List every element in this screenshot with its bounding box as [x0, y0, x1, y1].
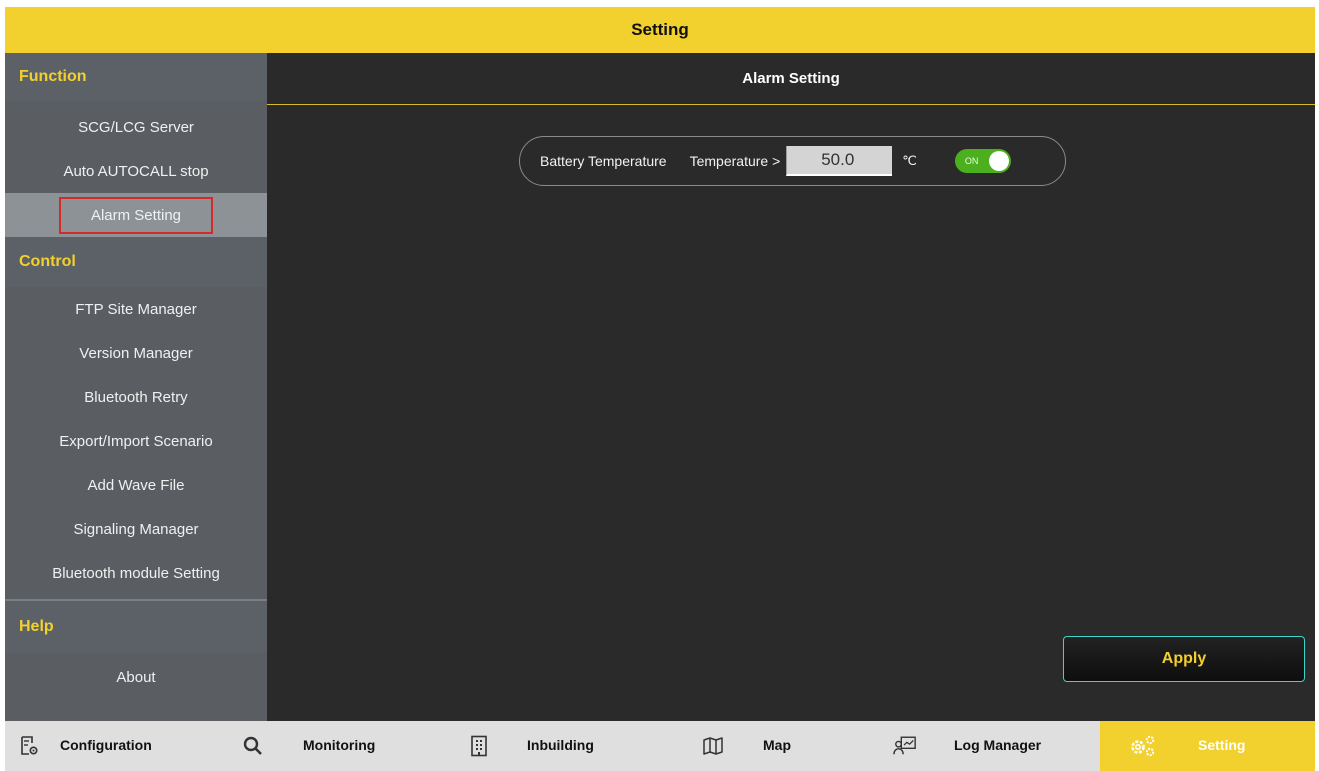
tab-map[interactable]: Map — [665, 721, 885, 771]
tab-label: Configuration — [60, 737, 152, 753]
sidebar: Function SCG/LCG Server Auto AUTOCALL st… — [5, 53, 267, 721]
tab-label: Map — [763, 737, 791, 753]
sidebar-item-label: Add Wave File — [87, 476, 185, 494]
map-icon — [701, 734, 725, 758]
main-panel: Alarm Setting Battery Temperature Temper… — [267, 53, 1315, 721]
tab-monitoring[interactable]: Monitoring — [225, 721, 445, 771]
sidebar-item-alarm-setting[interactable]: Alarm Setting — [5, 193, 267, 237]
sidebar-item-label: Bluetooth Retry — [84, 388, 188, 406]
gears-icon — [1126, 734, 1160, 758]
sidebar-item-bluetooth-module-setting[interactable]: Bluetooth module Setting — [5, 551, 267, 595]
log-manager-icon — [893, 734, 917, 758]
toggle-state-label: ON — [964, 156, 979, 166]
alarm-row-battery-temperature: Battery Temperature Temperature > 50.0 ℃… — [519, 136, 1066, 186]
tab-setting[interactable]: Setting — [1100, 721, 1315, 771]
toggle-knob — [988, 151, 1009, 171]
tab-label: Log Manager — [954, 737, 1042, 753]
tab-inbuilding[interactable]: Inbuilding — [445, 721, 665, 771]
temperature-threshold-input[interactable]: 50.0 — [786, 146, 893, 176]
bottom-tab-bar: Configuration Monitoring Inbuilding Map … — [5, 721, 1315, 771]
tab-log-manager[interactable]: Log Manager — [885, 721, 1100, 771]
sidebar-section-help: Help — [5, 601, 267, 653]
sidebar-item-signaling-manager[interactable]: Signaling Manager — [5, 507, 267, 551]
sidebar-item-label: Signaling Manager — [73, 520, 199, 538]
apply-button[interactable]: Apply — [1063, 636, 1305, 682]
sidebar-item-auto-autocall-stop[interactable]: Auto AUTOCALL stop — [5, 149, 267, 193]
tab-label: Setting — [1198, 737, 1246, 753]
alarm-condition-label: Temperature > — [689, 153, 781, 169]
sidebar-section-function: Function — [5, 53, 267, 101]
sidebar-item-add-wave-file[interactable]: Add Wave File — [5, 463, 267, 507]
tab-label: Inbuilding — [527, 737, 594, 753]
panel-title: Alarm Setting — [267, 53, 1315, 105]
sidebar-item-label: Auto AUTOCALL stop — [63, 162, 209, 180]
alarm-name: Battery Temperature — [540, 153, 667, 169]
title-bar: Setting — [5, 7, 1315, 53]
sidebar-item-export-import-scenario[interactable]: Export/Import Scenario — [5, 419, 267, 463]
sidebar-item-label: FTP Site Manager — [75, 300, 197, 318]
sidebar-item-label: Export/Import Scenario — [59, 432, 213, 450]
building-icon — [467, 734, 491, 758]
alarm-enable-toggle[interactable]: ON — [954, 149, 1011, 173]
sidebar-item-scg-lcg-server[interactable]: SCG/LCG Server — [5, 105, 267, 149]
sidebar-item-ftp-site-manager[interactable]: FTP Site Manager — [5, 287, 267, 331]
sidebar-item-label: Bluetooth module Setting — [52, 564, 220, 582]
tab-label: Monitoring — [303, 737, 376, 753]
sidebar-section-control: Control — [5, 237, 267, 287]
sidebar-item-label: Alarm Setting — [58, 196, 214, 234]
temperature-unit: ℃ — [902, 153, 917, 168]
sidebar-item-label: SCG/LCG Server — [78, 118, 194, 136]
configuration-icon — [17, 734, 41, 758]
sidebar-item-label: About — [116, 668, 156, 686]
temperature-threshold-value: 50.0 — [821, 150, 855, 169]
sidebar-item-bluetooth-retry[interactable]: Bluetooth Retry — [5, 375, 267, 419]
search-icon — [241, 734, 265, 758]
page-title: Setting — [631, 20, 689, 39]
sidebar-item-label: Version Manager — [79, 344, 193, 362]
sidebar-item-version-manager[interactable]: Version Manager — [5, 331, 267, 375]
sidebar-item-about[interactable]: About — [5, 653, 267, 701]
app-window: Setting Function SCG/LCG Server Auto AUT… — [5, 7, 1315, 771]
tab-configuration[interactable]: Configuration — [5, 721, 225, 771]
